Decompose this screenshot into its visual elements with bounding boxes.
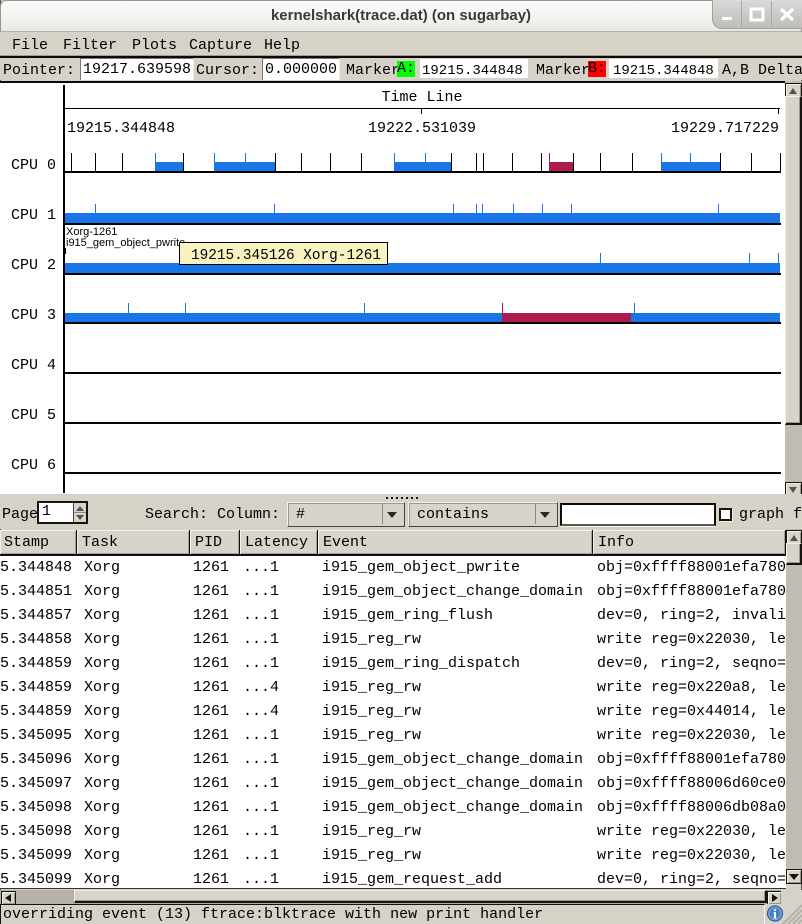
svg-text:i: i <box>773 908 777 923</box>
svg-text:CPU 4: CPU 4 <box>11 357 56 374</box>
svg-text:i915_gem_object_pwrite: i915_gem_object_pwrite <box>66 237 185 249</box>
svg-text:19215.344848: 19215.344848 <box>67 120 175 137</box>
svg-text:CPU 3: CPU 3 <box>11 307 56 324</box>
svg-text:Time Line: Time Line <box>381 89 462 106</box>
svg-text:CPU 5: CPU 5 <box>11 407 56 424</box>
svg-text:19222.531039: 19222.531039 <box>368 120 476 137</box>
svg-text:CPU 6: CPU 6 <box>11 457 56 474</box>
svg-text:CPU 1: CPU 1 <box>11 207 56 224</box>
svg-text:19229.717229: 19229.717229 <box>671 120 779 137</box>
svg-text:CPU 2: CPU 2 <box>11 257 56 274</box>
svg-text:19215.345126 Xorg-1261: 19215.345126 Xorg-1261 <box>191 248 381 264</box>
svg-text:CPU 0: CPU 0 <box>11 157 56 174</box>
